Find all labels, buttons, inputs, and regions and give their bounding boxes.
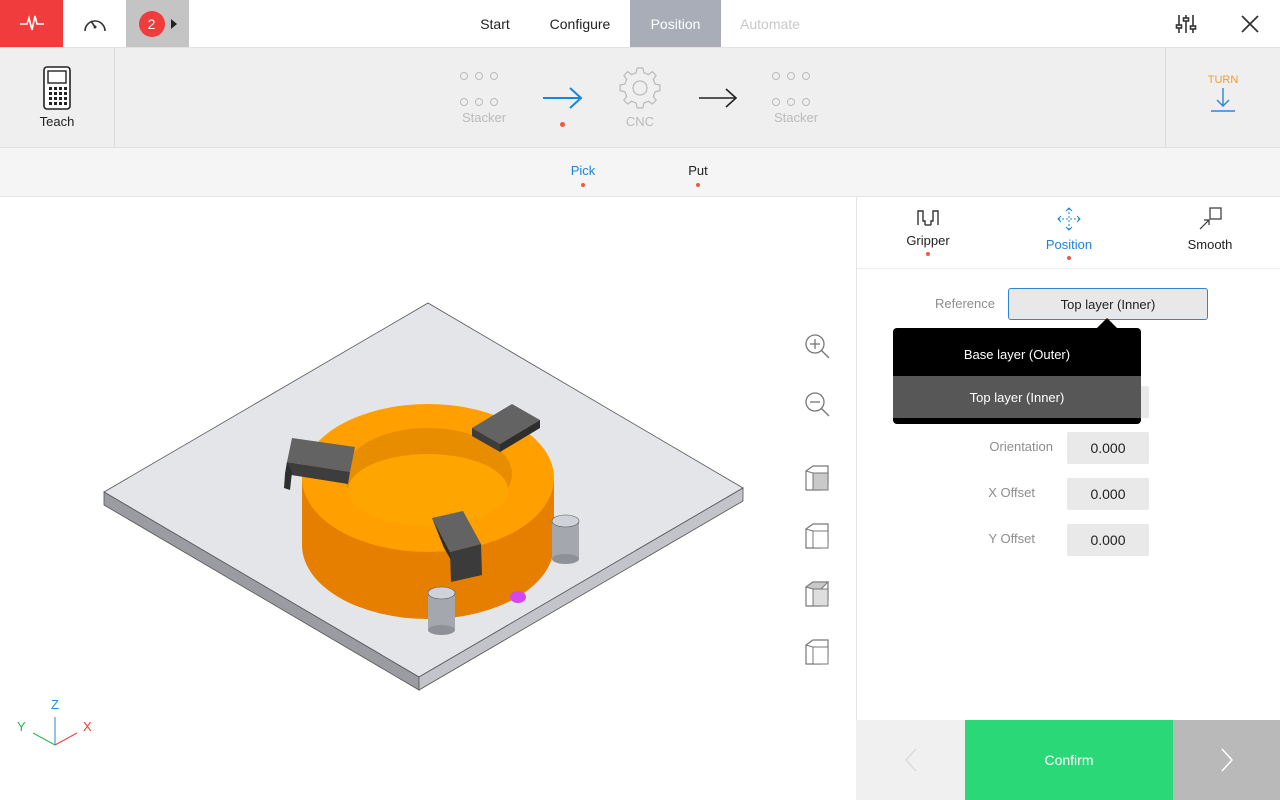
tab-put[interactable]: Put xyxy=(677,163,719,187)
station-label: CNC xyxy=(625,114,655,129)
chevron-right-icon xyxy=(1220,748,1233,772)
tab-smooth[interactable]: Smooth xyxy=(1160,207,1260,252)
x-offset-label: X Offset xyxy=(988,485,1035,500)
tab-pick-label: Pick xyxy=(570,163,596,178)
stacker-icon xyxy=(459,66,509,106)
reference-select[interactable]: Top layer (Inner) xyxy=(1008,288,1208,320)
support-post xyxy=(427,586,456,635)
active-step-dot xyxy=(560,122,565,127)
support-post xyxy=(551,514,580,564)
tab-put-label: Put xyxy=(688,163,708,178)
tab-configure[interactable]: Configure xyxy=(538,0,622,47)
previous-button[interactable] xyxy=(856,720,965,800)
move-icon xyxy=(1057,207,1081,231)
smooth-icon xyxy=(1199,207,1222,230)
reference-label: Reference xyxy=(935,296,995,311)
close-icon xyxy=(1241,14,1259,33)
axis-triad xyxy=(32,717,78,746)
station-label: Stacker xyxy=(461,110,507,125)
station-cnc[interactable]: CNC xyxy=(605,66,675,129)
dashboard-button[interactable] xyxy=(63,0,126,47)
dropdown-arrow xyxy=(1097,318,1117,328)
teach-label: Teach xyxy=(39,114,75,129)
y-offset-label: Y Offset xyxy=(988,531,1036,546)
cell-bar: Teach Stacker CNC Stacker TURN xyxy=(0,48,1280,148)
tab-dot xyxy=(926,252,930,256)
gear-icon xyxy=(619,67,661,109)
turn-button[interactable]: TURN xyxy=(1165,48,1280,147)
caret-right-icon xyxy=(170,18,177,29)
pick-put-nav: Pick Put xyxy=(0,148,1280,197)
axis-label-z: Z xyxy=(51,697,59,712)
tab-smooth-label: Smooth xyxy=(1187,237,1233,252)
view-iso-icon[interactable] xyxy=(803,464,831,492)
pulse-icon xyxy=(19,14,44,30)
ring-inner-floor xyxy=(348,454,508,526)
reference-dropdown: Base layer (Outer) Top layer (Inner) xyxy=(893,318,1141,424)
x-offset-field[interactable]: 0.000 xyxy=(1067,478,1149,510)
tab-dot xyxy=(1067,256,1071,260)
flow-arrow-icon xyxy=(699,88,738,108)
panel-tabs: Gripper Position Smooth xyxy=(857,197,1280,269)
option-top-layer[interactable]: Top layer (Inner) xyxy=(893,376,1141,418)
close-button[interactable] xyxy=(1226,0,1274,47)
scene-canvas xyxy=(32,302,744,746)
job-count-badge: 2 xyxy=(138,10,165,37)
gripper-icon xyxy=(917,210,939,226)
tab-start[interactable]: Start xyxy=(462,0,528,47)
view-top-icon[interactable] xyxy=(803,638,831,666)
stacker-icon xyxy=(771,66,821,106)
y-offset-field[interactable]: 0.000 xyxy=(1067,524,1149,556)
chevron-left-icon xyxy=(904,748,917,772)
orientation-field[interactable]: 0.000 xyxy=(1067,432,1149,464)
3d-viewport[interactable]: Z Y X xyxy=(0,197,856,800)
view-side-icon[interactable] xyxy=(803,580,831,608)
tab-position[interactable]: Position xyxy=(630,0,721,47)
flow-arrow-icon xyxy=(543,87,583,109)
zoom-out-icon[interactable] xyxy=(803,390,831,418)
tab-gripper-label: Gripper xyxy=(906,233,950,248)
download-icon xyxy=(1211,88,1235,112)
teach-pendant-icon xyxy=(43,66,71,110)
option-base-layer[interactable]: Base layer (Outer) xyxy=(893,333,1141,375)
axis-label-y: Y xyxy=(17,719,26,734)
confirm-button[interactable]: Confirm xyxy=(965,720,1173,800)
tab-pick[interactable]: Pick xyxy=(562,163,604,187)
sliders-icon xyxy=(1175,14,1197,33)
tab-dot xyxy=(581,183,585,187)
pick-point-marker xyxy=(510,591,526,603)
tab-position-panel[interactable]: Position xyxy=(1019,207,1119,260)
settings-panel: Gripper Position Smooth Reference Top la… xyxy=(856,197,1280,800)
orientation-label: Orientation xyxy=(989,439,1053,454)
tab-dot xyxy=(696,183,700,187)
tab-automate: Automate xyxy=(740,15,800,32)
teach-button[interactable]: Teach xyxy=(0,48,115,147)
station-label: Stacker xyxy=(773,110,819,125)
settings-button[interactable] xyxy=(1162,0,1210,47)
zoom-in-icon[interactable] xyxy=(803,332,831,360)
station-stacker-out[interactable]: Stacker xyxy=(761,66,831,125)
job-queue-button[interactable]: 2 xyxy=(126,0,189,47)
station-stacker-in[interactable]: Stacker xyxy=(449,66,519,125)
gauge-icon xyxy=(83,19,106,31)
view-front-icon[interactable] xyxy=(803,522,831,550)
next-button[interactable] xyxy=(1173,720,1280,800)
top-bar: 2 Start Configure Position Automate xyxy=(0,0,1280,48)
turn-label: TURN xyxy=(1207,74,1239,86)
tab-gripper[interactable]: Gripper xyxy=(878,207,978,256)
axis-label-x: X xyxy=(83,719,92,734)
tab-position-label: Position xyxy=(1045,237,1093,252)
activity-button[interactable] xyxy=(0,0,63,47)
